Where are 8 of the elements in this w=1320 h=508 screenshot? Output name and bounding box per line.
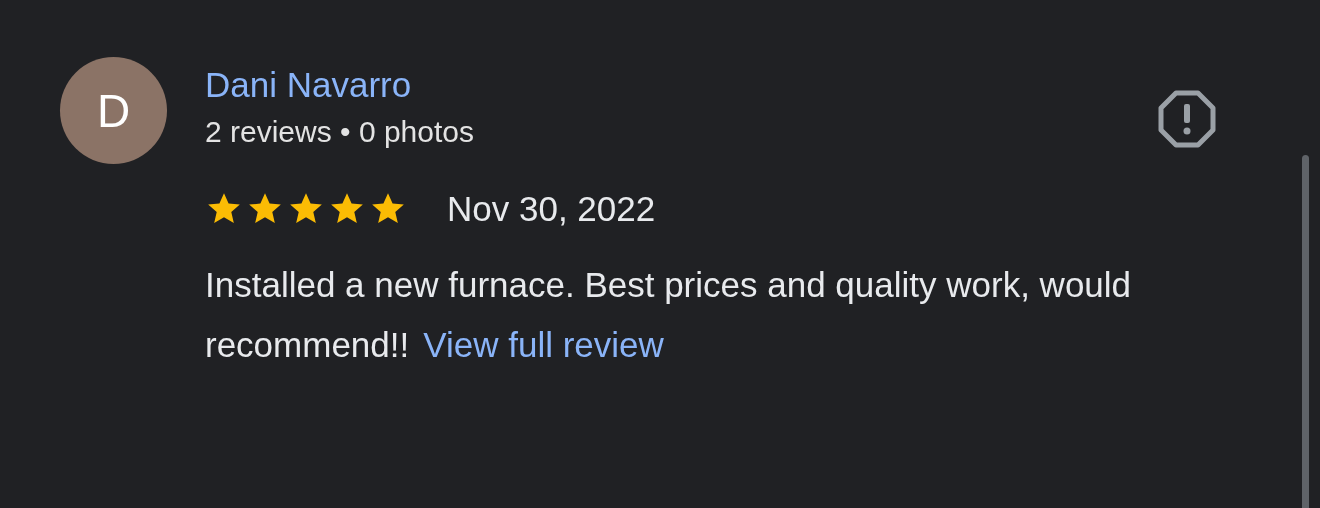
- review-text: Installed a new furnace. Best prices and quality work, would recommend!! View full review: [205, 264, 1133, 366]
- report-icon[interactable]: [1158, 90, 1216, 148]
- author-stats: 2 reviews • 0 photos: [205, 115, 474, 149]
- author-name[interactable]: Dani Navarro: [205, 65, 412, 105]
- view-full-review-link[interactable]: View full review: [423, 325, 664, 364]
- avatar[interactable]: D: [60, 57, 167, 164]
- review-date: Nov 30, 2022: [447, 189, 656, 229]
- scrollbar[interactable]: [1302, 155, 1309, 508]
